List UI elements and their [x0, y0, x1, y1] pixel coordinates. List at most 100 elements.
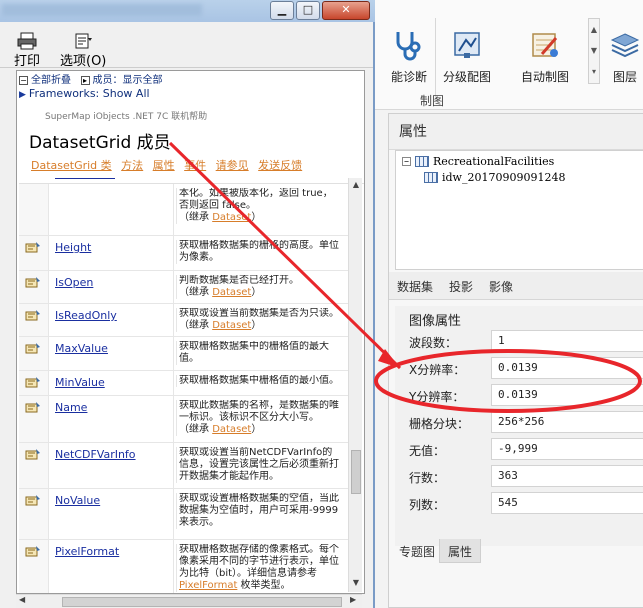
minimize-button[interactable]: ▁	[270, 1, 294, 20]
members-table: 本化。如果被版本化，返回 true， 否则返回 false。 （继承 Datas…	[19, 178, 364, 593]
tab-image[interactable]: 影像	[489, 278, 513, 295]
options-label: 选项(O)	[60, 54, 107, 69]
graduated-map-button[interactable]: 分级配图	[427, 28, 507, 85]
member-description: 获取此数据集的名称，是数据集的唯 一标识。该标识不区分大小写。 （继承 Data…	[176, 400, 351, 436]
maximize-button[interactable]: □	[296, 1, 320, 20]
link-send-feedback[interactable]: 发送反馈	[258, 159, 302, 172]
band-count-label: 波段数：	[409, 336, 458, 350]
collapse-all-icon[interactable]: −	[19, 75, 28, 85]
collapse-icon[interactable]: −	[402, 157, 411, 166]
dataset-tree: − RecreationalFacilities idw_20170909091…	[395, 150, 643, 270]
options-button[interactable]: 选项(O)	[60, 32, 106, 69]
section-links: DatasetGrid 类 方法 属性 事件 请参见 发送反馈	[31, 157, 308, 173]
no-value-row: 无值： -9,999	[409, 438, 643, 462]
panel-bottom-tabs: 专题图 属性	[389, 539, 643, 567]
collapse-all-link[interactable]: 全部折叠	[31, 75, 71, 86]
help-window: ▁ □ ✕ 打印 选项(O) − 全部折叠 ▸ 成员：显示全部 ▶ Framew…	[0, 0, 375, 608]
vertical-scrollbar[interactable]: ▲ ▼	[348, 178, 362, 592]
y-resolution-label: Y分辨率：	[409, 390, 465, 404]
link-events[interactable]: 事件	[184, 159, 206, 172]
column-divider	[173, 540, 174, 593]
member-row: MaxValue 获取栅格数据集中的栅格值的最大 值。	[19, 337, 351, 371]
inherited-link[interactable]: Dataset	[212, 287, 251, 298]
column-count-field[interactable]: 545	[491, 492, 643, 514]
dataset-name: idw_20170909091248	[442, 171, 566, 184]
datasource-name: RecreationalFacilities	[433, 155, 555, 168]
members-filter-link[interactable]: 成员：显示全部	[93, 75, 163, 86]
member-name-link-clipped[interactable]	[55, 178, 115, 179]
tab-dataset[interactable]: 数据集	[397, 278, 433, 295]
frameworks-label: Frameworks: Show All	[28, 87, 150, 100]
tab-thematic-map[interactable]: 专题图	[391, 539, 443, 563]
property-icon	[25, 402, 40, 413]
hscroll-thumb[interactable]	[62, 597, 342, 607]
grid-dataset-icon	[424, 172, 438, 183]
inherited-link[interactable]: Dataset	[212, 424, 251, 435]
printer-icon	[17, 32, 37, 50]
inherited-link[interactable]: PixelFormat	[179, 580, 237, 591]
column-divider	[173, 271, 174, 303]
members-filter-icon[interactable]: ▸	[80, 75, 90, 85]
property-icon	[25, 546, 40, 557]
member-name-link[interactable]: NoValue	[55, 494, 100, 507]
member-description: 获取栅格数据集的栅格的高度。单位 为像素。	[176, 240, 351, 264]
scroll-thumb[interactable]	[351, 450, 361, 494]
member-row: PixelFormat 获取栅格数据存储的像素格式。每个 像素采用不同的字节进行表…	[19, 540, 351, 593]
layer-label: 图层	[612, 70, 637, 84]
column-divider	[173, 396, 174, 442]
print-button[interactable]: 打印	[14, 32, 40, 69]
auto-mapping-button[interactable]: 自动制图	[505, 28, 585, 85]
column-divider	[173, 443, 174, 488]
column-divider	[173, 236, 174, 270]
member-name-link[interactable]: Name	[55, 401, 87, 414]
scroll-right-icon[interactable]: ▶	[350, 595, 356, 604]
tree-node-datasource[interactable]: − RecreationalFacilities	[402, 155, 554, 168]
inherited-link[interactable]: Dataset	[212, 212, 251, 223]
member-name-link[interactable]: IsOpen	[55, 276, 93, 289]
no-value-field[interactable]: -9,999	[491, 438, 643, 460]
horizontal-scrollbar[interactable]: ◀ ▶	[16, 594, 362, 608]
block-size-field[interactable]: 256*256	[491, 411, 643, 433]
title-blurred	[2, 4, 202, 16]
link-class[interactable]: DatasetGrid 类	[31, 159, 112, 172]
y-resolution-field[interactable]: 0.0139	[491, 384, 643, 406]
band-count-field[interactable]: 1	[491, 330, 643, 352]
scroll-down-icon[interactable]: ▼	[349, 578, 363, 587]
property-icon	[25, 495, 40, 506]
member-name-link[interactable]: NetCDFVarInfo	[55, 448, 136, 461]
frameworks-link[interactable]: ▶ Frameworks: Show All	[19, 87, 150, 100]
ribbon: 能诊断 分级配图 自动制图 ▲ ▼ ▾ 图层	[373, 0, 643, 110]
band-count-row: 波段数： 1	[409, 330, 643, 354]
image-properties-title: 图像属性	[409, 314, 462, 329]
close-button[interactable]: ✕	[322, 1, 370, 20]
scroll-up-icon[interactable]: ▲	[349, 180, 363, 189]
member-name-link[interactable]: Height	[55, 241, 91, 254]
row-count-row: 行数： 363	[409, 465, 643, 489]
expand-arrow-icon: ▶	[19, 90, 26, 100]
link-properties[interactable]: 属性	[153, 159, 175, 172]
tree-node-dataset[interactable]: idw_20170909091248	[424, 171, 565, 184]
inherited-link[interactable]: Dataset	[212, 320, 251, 331]
graduated-map-icon	[454, 32, 480, 58]
column-divider	[173, 304, 174, 336]
toc-bar: − 全部折叠 ▸ 成员：显示全部	[19, 71, 163, 86]
member-name-link[interactable]: PixelFormat	[55, 545, 119, 558]
link-methods[interactable]: 方法	[121, 159, 143, 172]
row-count-field[interactable]: 363	[491, 465, 643, 487]
member-description: 获取或设置栅格数据集的空值，当此 数据集为空值时，用户可采用-9999 来表示。	[176, 493, 351, 529]
tab-properties[interactable]: 属性	[439, 539, 482, 563]
page-title: DatasetGrid 成员	[29, 133, 171, 153]
link-see-also[interactable]: 请参见	[216, 159, 249, 172]
tab-projection[interactable]: 投影	[449, 278, 473, 295]
member-description: 获取栅格数据集中的栅格值的最大 值。	[176, 341, 351, 365]
y-resolution-row: Y分辨率： 0.0139	[409, 384, 643, 408]
help-titlebar[interactable]: ▁ □ ✕	[0, 0, 375, 22]
options-icon	[75, 33, 93, 49]
member-name-link[interactable]: MaxValue	[55, 342, 108, 355]
scroll-left-icon[interactable]: ◀	[19, 595, 25, 604]
member-name-link[interactable]: IsReadOnly	[55, 309, 117, 322]
layers-icon	[610, 33, 640, 58]
member-name-link[interactable]: MinValue	[55, 376, 105, 389]
x-resolution-field[interactable]: 0.0139	[491, 357, 643, 379]
layer-button[interactable]: 图层	[595, 28, 643, 85]
